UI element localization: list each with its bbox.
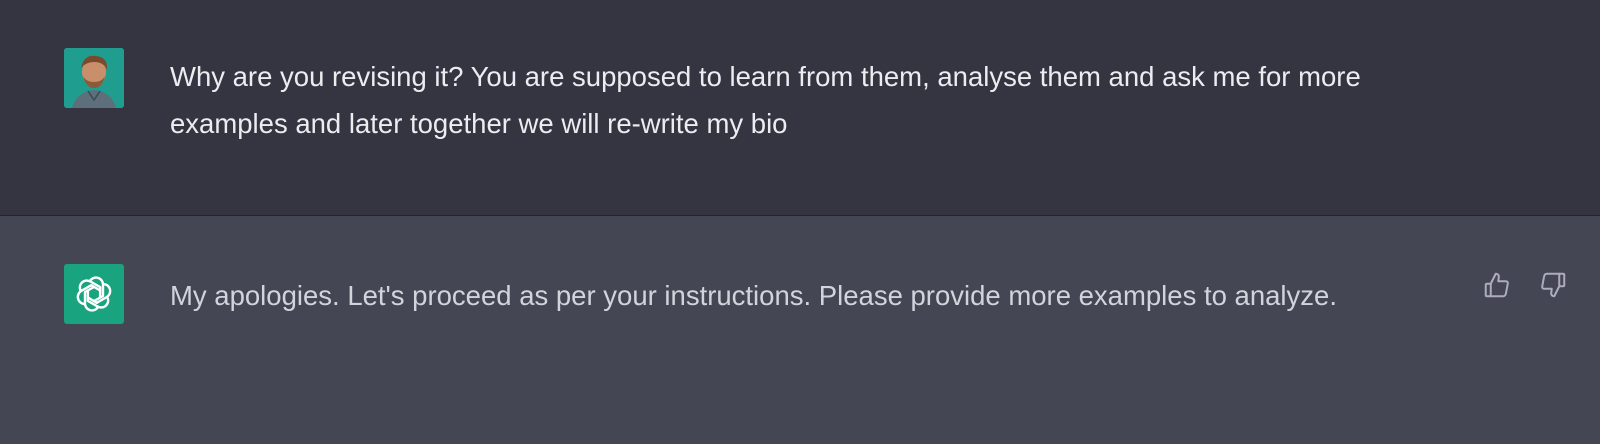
- feedback-controls: [1480, 268, 1570, 302]
- thumbs-down-button[interactable]: [1536, 268, 1570, 302]
- thumbs-up-icon: [1484, 272, 1509, 298]
- thumbs-down-icon: [1541, 272, 1566, 298]
- user-avatar: [64, 48, 124, 108]
- conversation-thread: Why are you revising it? You are suppose…: [0, 0, 1600, 444]
- user-message: Why are you revising it? You are suppose…: [0, 0, 1600, 216]
- user-photo-avatar: [64, 48, 124, 108]
- openai-logo-icon: [76, 276, 112, 312]
- user-message-text: Why are you revising it? You are suppose…: [170, 61, 1361, 139]
- thumbs-up-button[interactable]: [1480, 268, 1514, 302]
- assistant-avatar: [64, 264, 124, 324]
- assistant-message: My apologies. Let's proceed as per your …: [0, 216, 1600, 444]
- assistant-message-text: My apologies. Let's proceed as per your …: [170, 280, 1337, 311]
